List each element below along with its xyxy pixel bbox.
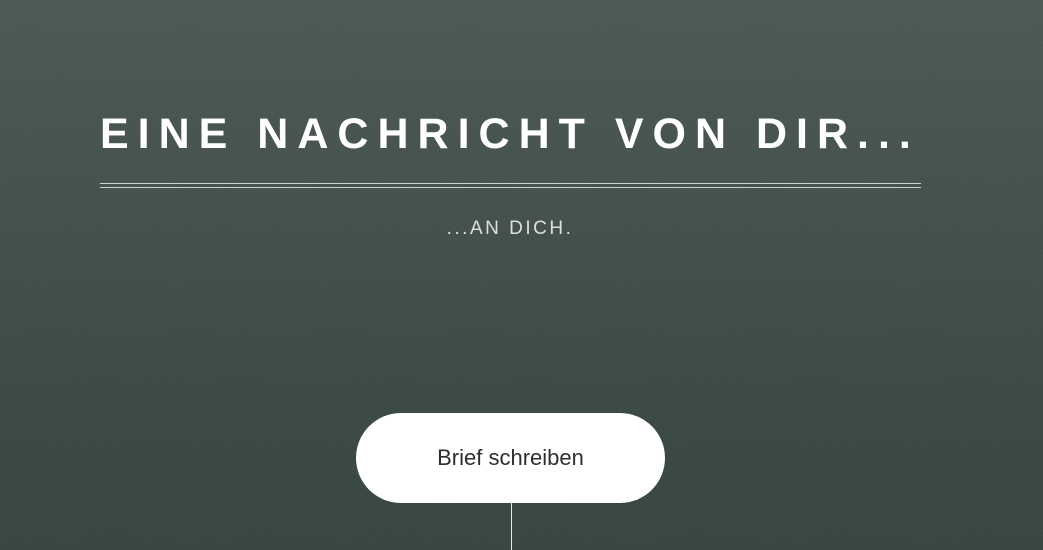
title-divider-bottom <box>100 187 921 188</box>
page-title: EINE NACHRICHT VON DIR... <box>100 110 920 158</box>
button-connector-line <box>511 503 512 550</box>
write-letter-button[interactable]: Brief schreiben <box>356 413 665 503</box>
page-subtitle: ...AN DICH. <box>446 218 574 239</box>
title-divider-top <box>100 183 921 184</box>
